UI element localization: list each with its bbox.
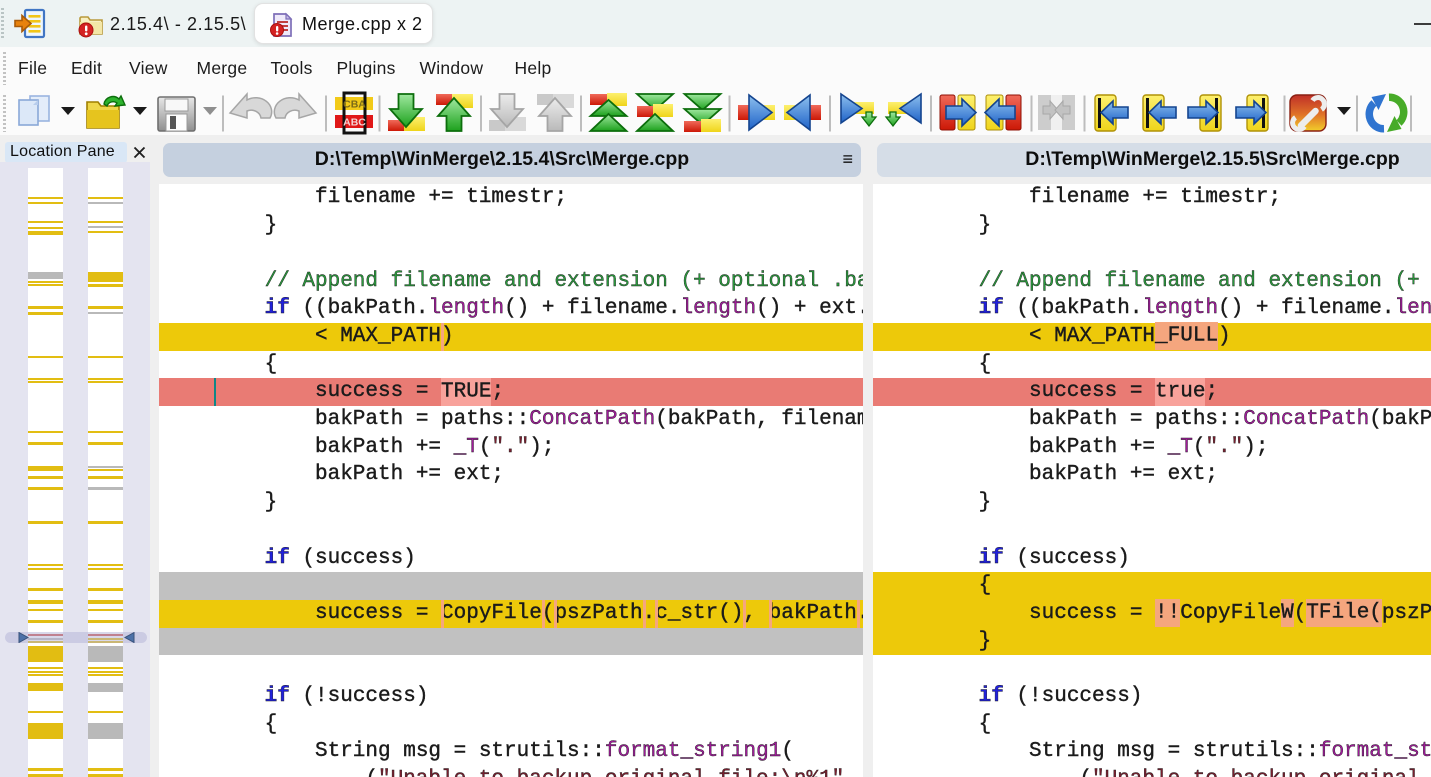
svg-text:ABC: ABC — [343, 117, 366, 129]
svg-text:CBA: CBA — [343, 99, 366, 111]
